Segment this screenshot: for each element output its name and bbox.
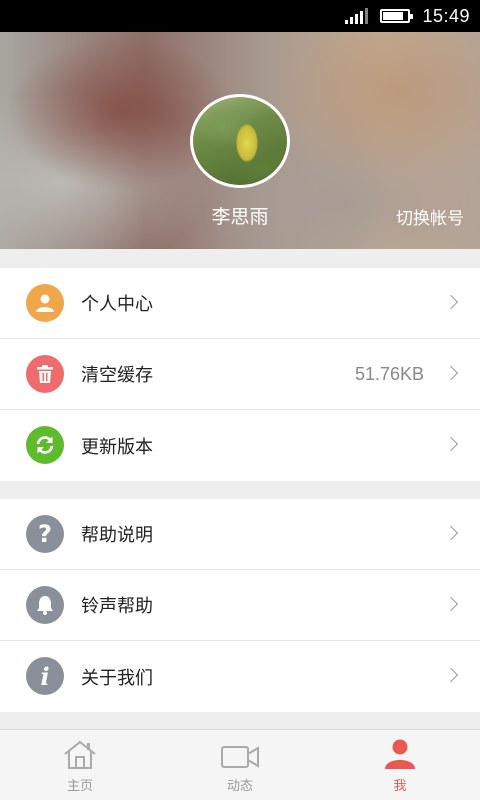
- tab-label: 我: [393, 779, 407, 794]
- refresh-icon: [26, 426, 64, 464]
- chevron-right-icon: [443, 436, 459, 452]
- home-icon: [62, 738, 98, 770]
- person-icon: [26, 284, 64, 322]
- cache-size-value: 51.76KB: [354, 363, 424, 384]
- menu-group-account: 个人中心 清空缓存 51.76KB 更新版本: [0, 268, 480, 481]
- menu-item-label: 更新版本: [81, 436, 153, 458]
- tab-activity[interactable]: 动态: [160, 730, 320, 800]
- profile-header: 李思雨 切换帐号: [0, 32, 480, 249]
- menu-item-ringtone-help[interactable]: 铃声帮助: [0, 570, 480, 641]
- menu-item-label: 清空缓存: [81, 365, 153, 386]
- status-bar: 15:49: [0, 0, 480, 32]
- signal-icon: [345, 8, 369, 24]
- chevron-right-icon: [443, 525, 459, 541]
- status-time: 15:49: [422, 5, 470, 26]
- battery-fill: [383, 12, 403, 20]
- info-icon: i: [26, 657, 64, 695]
- switch-account-button[interactable]: 切换帐号: [396, 204, 464, 229]
- menu-item-label: 关于我们: [81, 667, 153, 689]
- tab-me[interactable]: 我: [320, 730, 480, 800]
- person-icon: [383, 738, 417, 770]
- bell-icon: [26, 586, 64, 624]
- menu-group-help: ? 帮助说明 铃声帮助 i 关于我们: [0, 499, 480, 712]
- menu-item-help[interactable]: ? 帮助说明: [0, 499, 480, 570]
- menu-item-personal-center[interactable]: 个人中心: [0, 268, 480, 339]
- tab-label: 动态: [226, 779, 253, 794]
- bottom-tab-bar: 主页 动态 我: [0, 729, 480, 800]
- avatar[interactable]: [190, 94, 290, 188]
- video-camera-icon: [220, 738, 260, 770]
- trash-icon: [26, 355, 64, 393]
- menu-item-update-version[interactable]: 更新版本: [0, 410, 480, 481]
- tab-label: 主页: [66, 779, 93, 794]
- tab-home[interactable]: 主页: [0, 730, 160, 800]
- chevron-right-icon: [443, 596, 459, 612]
- chevron-right-icon: [443, 365, 459, 381]
- menu-item-label: 铃声帮助: [81, 596, 153, 617]
- question-icon: ?: [26, 515, 64, 553]
- menu-item-label: 个人中心: [81, 294, 153, 315]
- menu-item-clear-cache[interactable]: 清空缓存 51.76KB: [0, 339, 480, 410]
- chevron-right-icon: [443, 294, 459, 310]
- menu-item-about-us[interactable]: i 关于我们: [0, 641, 480, 712]
- battery-icon: [380, 9, 414, 23]
- menu-item-label: 帮助说明: [81, 525, 153, 546]
- chevron-right-icon: [443, 667, 459, 683]
